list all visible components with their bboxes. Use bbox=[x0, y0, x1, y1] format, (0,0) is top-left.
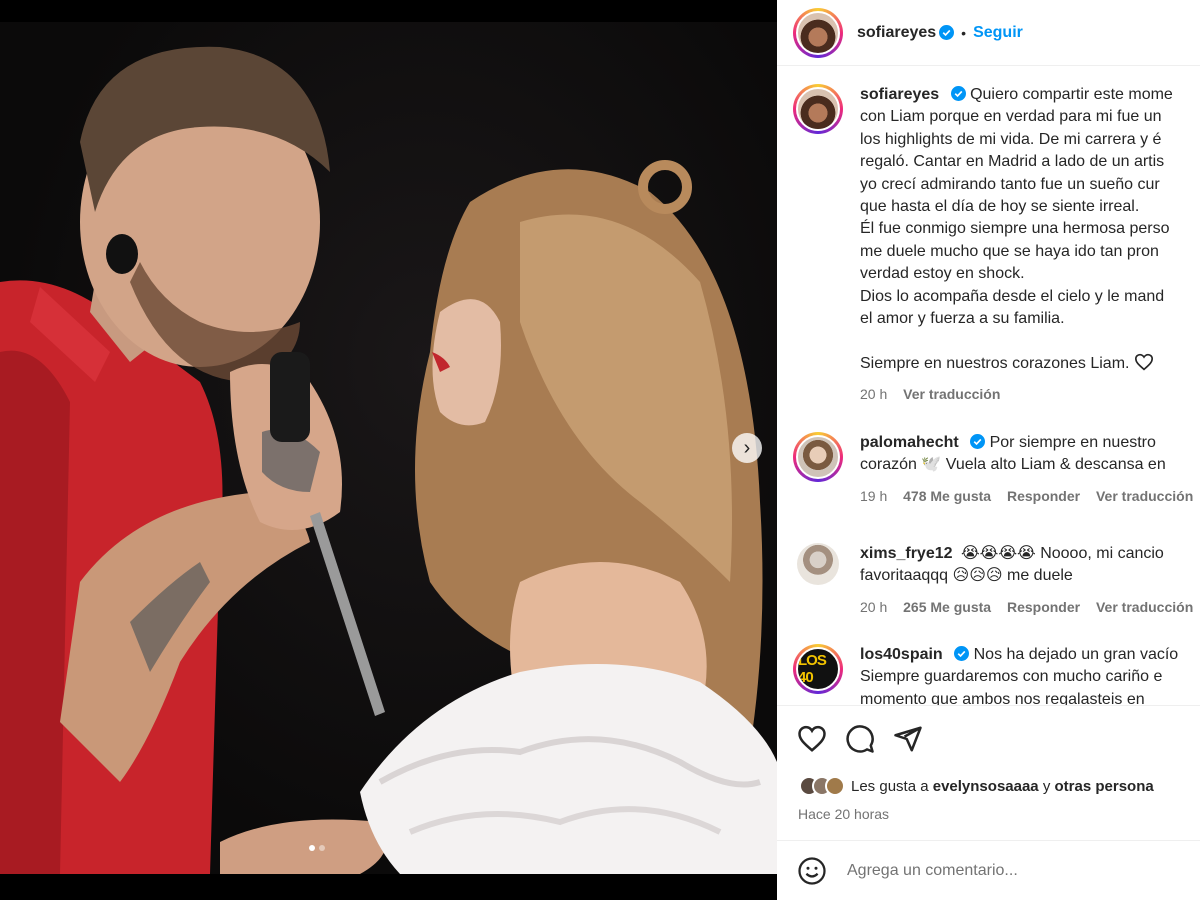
heart-icon[interactable] bbox=[797, 724, 827, 754]
author-username[interactable]: sofiareyes bbox=[857, 24, 936, 42]
author-avatar[interactable] bbox=[793, 7, 843, 58]
verified-badge-icon bbox=[954, 646, 970, 661]
comment-text: 😭😭😭😭 Noooo, mi cancio bbox=[960, 545, 1164, 562]
separator-dot: • bbox=[961, 24, 967, 41]
carousel-dot bbox=[309, 845, 315, 851]
post-media: › bbox=[0, 0, 777, 900]
likes-summary[interactable]: Les gusta a evelynsosaaaa y otras person… bbox=[799, 776, 1154, 796]
reply-button[interactable]: Responder bbox=[1007, 599, 1080, 615]
translate-link[interactable]: Ver traducción bbox=[1096, 488, 1193, 504]
caption-translate-link[interactable]: Ver traducción bbox=[903, 386, 1000, 402]
follow-button[interactable]: Seguir bbox=[973, 24, 1023, 42]
caption-line: el amor y fuerza a su familia. bbox=[860, 310, 1065, 328]
chevron-right-icon: › bbox=[743, 437, 751, 459]
caption-time: 20 h bbox=[860, 386, 888, 403]
comment-text: momento que ambos nos regalasteis en bbox=[860, 690, 1145, 706]
post-timestamp: Hace 20 horas bbox=[798, 806, 890, 822]
carousel-dot bbox=[319, 845, 325, 851]
verified-badge-icon bbox=[970, 434, 986, 449]
next-slide-button[interactable]: › bbox=[732, 433, 762, 463]
comment-text: Nos ha dejado un gran vacío bbox=[973, 646, 1179, 663]
verified-badge-icon bbox=[950, 86, 966, 101]
commenter-username[interactable]: palomahecht bbox=[860, 434, 959, 451]
comment-item: LOS 40 los40spain Nos ha dejado un gran … bbox=[793, 644, 1179, 706]
caption-line: Quiero compartir este mome bbox=[970, 86, 1173, 103]
liker-username[interactable]: evelynsosaaaa bbox=[933, 778, 1039, 795]
comment-likes[interactable]: 478 Me gusta bbox=[903, 488, 991, 504]
liker-avatar bbox=[825, 776, 845, 796]
caption-line: que hasta el día de hoy se siente irreal… bbox=[860, 198, 1140, 216]
commenter-avatar[interactable] bbox=[797, 543, 839, 585]
commenter-username[interactable]: xims_frye12 bbox=[860, 545, 953, 562]
post-side-panel: sofiareyes • Seguir sofiareyes Quiero co… bbox=[777, 0, 1200, 900]
comment-time: 19 h bbox=[860, 487, 888, 504]
post-actions bbox=[797, 724, 923, 754]
caption-username[interactable]: sofiareyes bbox=[860, 86, 939, 103]
comment-input[interactable] bbox=[847, 861, 1167, 880]
reply-button[interactable]: Responder bbox=[1007, 488, 1080, 504]
verified-badge-icon bbox=[939, 25, 955, 40]
smiley-icon[interactable] bbox=[797, 856, 827, 886]
commenter-username[interactable]: los40spain bbox=[860, 646, 943, 663]
comment-text: Siempre guardaremos con mucho cariño e bbox=[860, 668, 1163, 686]
caption-line: verdad estoy en shock. bbox=[860, 265, 1025, 283]
caption-line: regaló. Cantar en Madrid a lado de un ar… bbox=[860, 153, 1165, 171]
heart-icon bbox=[1134, 353, 1153, 371]
caption-line: yo crecí admirando tanto fue un sueño cu… bbox=[860, 175, 1160, 193]
commenter-avatar[interactable] bbox=[793, 432, 843, 482]
caption-line: Siempre en nuestros corazones Liam. bbox=[860, 354, 1130, 372]
commenter-avatar[interactable]: LOS 40 bbox=[793, 644, 843, 694]
comment-text: corazón 🕊️ Vuela alto Liam & descansa en bbox=[860, 456, 1166, 474]
likes-mid: y bbox=[1042, 777, 1051, 795]
caption-line: con Liam porque en verdad para mi fue un bbox=[860, 108, 1162, 126]
comments-list[interactable]: sofiareyes Quiero compartir este mome co… bbox=[777, 66, 1200, 706]
comment-time: 20 h bbox=[860, 598, 888, 615]
paper-plane-icon[interactable] bbox=[893, 724, 923, 754]
post-header: sofiareyes • Seguir bbox=[777, 0, 1200, 66]
add-comment-bar bbox=[777, 840, 1200, 900]
concert-photo-illustration bbox=[0, 46, 777, 874]
comment-bubble-icon[interactable] bbox=[845, 724, 875, 754]
comment-text: favoritaaqqq 😥😥😥 me duele bbox=[860, 567, 1073, 585]
likes-others-link[interactable]: otras persona bbox=[1055, 778, 1154, 795]
comment-text: Por siempre en nuestro bbox=[989, 434, 1156, 451]
comment-item: palomahecht Por siempre en nuestro coraz… bbox=[793, 432, 1200, 507]
likes-prefix: Les gusta a bbox=[851, 777, 929, 795]
caption-line: Dios lo acompaña desde el cielo y le man… bbox=[860, 287, 1165, 305]
los40-logo: LOS 40 bbox=[798, 652, 827, 686]
caption-line: me duele mucho que se haya ido tan pron bbox=[860, 242, 1159, 260]
comment-item: xims_frye12 😭😭😭😭 Noooo, mi cancio favori… bbox=[793, 543, 1200, 618]
comment-likes[interactable]: 265 Me gusta bbox=[903, 599, 991, 615]
caption-avatar[interactable] bbox=[793, 84, 843, 134]
caption-line: los highlights de mi vida. De mi carrera… bbox=[860, 130, 1162, 148]
liker-avatars bbox=[799, 776, 845, 796]
post-photo bbox=[0, 22, 777, 874]
carousel-indicator bbox=[309, 845, 325, 851]
caption: sofiareyes Quiero compartir este mome co… bbox=[793, 84, 1173, 406]
caption-line: Él fue conmigo siempre una hermosa perso bbox=[860, 220, 1170, 238]
translate-link[interactable]: Ver traducción bbox=[1096, 599, 1193, 615]
